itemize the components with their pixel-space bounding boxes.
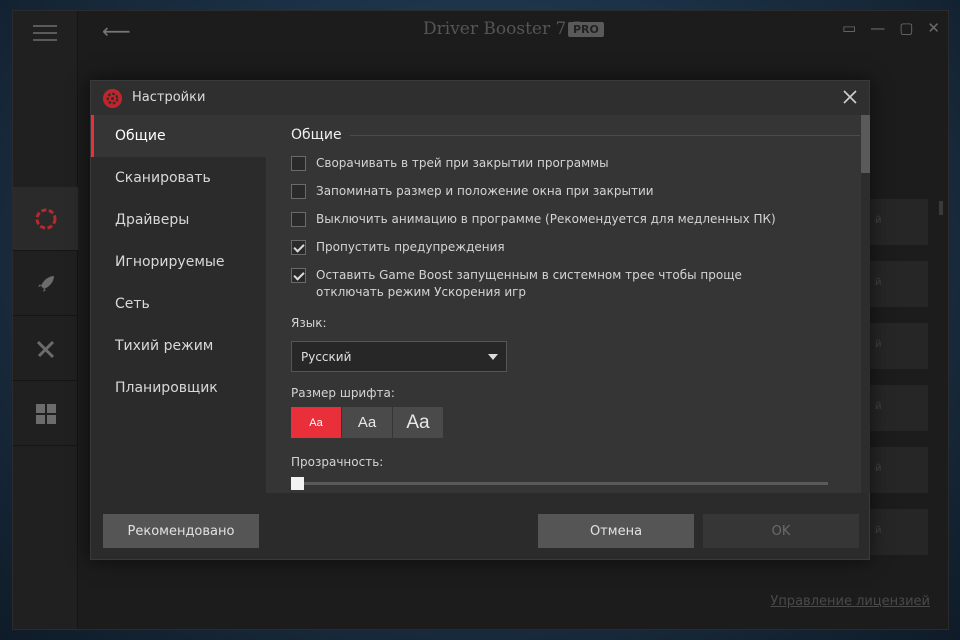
nav-item-scan[interactable]: Сканировать xyxy=(91,157,266,199)
language-select[interactable]: Русский xyxy=(291,341,507,372)
cancel-button[interactable]: Отмена xyxy=(538,514,694,548)
transparency-label: Прозрачность: xyxy=(291,455,384,469)
hamburger-menu-icon[interactable] xyxy=(33,25,57,41)
back-arrow-icon[interactable]: ⟵ xyxy=(102,19,131,43)
settings-dialog: Настройки Общие Сканировать Драйверы Игн… xyxy=(90,80,870,560)
option-remember-window[interactable]: Запоминать размер и положение окна при з… xyxy=(291,183,786,200)
checkbox[interactable] xyxy=(291,156,306,171)
maximize-icon[interactable]: ▢ xyxy=(899,19,913,37)
option-label: Оставить Game Boost запущенным в системн… xyxy=(316,268,742,299)
caret-down-icon xyxy=(488,354,498,360)
feedback-icon[interactable]: ▭ xyxy=(842,19,856,37)
option-minimize-to-tray[interactable]: Сворачивать в трей при закрытии программ… xyxy=(291,155,786,172)
dialog-title: Настройки xyxy=(132,90,206,105)
font-size-small-button[interactable]: Aa xyxy=(291,407,341,438)
nav-item-network[interactable]: Сеть xyxy=(91,283,266,325)
app-header: ⟵ Driver Booster 7.5 PRO ▭ — ▢ ✕ xyxy=(78,11,948,51)
bg-driver-card: й xyxy=(868,199,928,245)
section-divider xyxy=(349,134,860,136)
language-label: Язык: xyxy=(291,316,327,330)
minimize-icon[interactable]: — xyxy=(870,19,885,37)
license-management-link[interactable]: Управление лицензией xyxy=(770,594,930,609)
section-header: Общие xyxy=(291,125,860,145)
checkbox[interactable] xyxy=(291,240,306,255)
scrollbar-thumb[interactable] xyxy=(861,115,870,173)
bg-scrollbar[interactable] xyxy=(939,201,943,215)
settings-nav: Общие Сканировать Драйверы Игнорируемые … xyxy=(91,115,266,493)
rocket-nav-icon[interactable] xyxy=(13,252,78,316)
nav-item-scheduler[interactable]: Планировщик xyxy=(91,367,266,409)
bg-driver-card: й xyxy=(868,509,928,555)
pro-badge: PRO xyxy=(568,22,604,37)
scan-nav-icon[interactable] xyxy=(13,187,78,251)
ok-button[interactable]: OK xyxy=(703,514,859,548)
section-title: Общие xyxy=(291,127,342,143)
content-scrollbar[interactable] xyxy=(861,115,870,493)
option-label: Сворачивать в трей при закрытии программ… xyxy=(316,156,609,170)
dialog-footer: Рекомендовано Отмена OK xyxy=(91,493,869,559)
option-game-boost-tray[interactable]: Оставить Game Boost запущенным в системн… xyxy=(291,267,786,301)
bg-driver-card: й xyxy=(868,261,928,307)
option-label: Запоминать размер и положение окна при з… xyxy=(316,184,654,198)
option-skip-warnings[interactable]: Пропустить предупреждения xyxy=(291,239,786,256)
checkbox[interactable] xyxy=(291,184,306,199)
apps-grid-nav-icon[interactable] xyxy=(13,382,78,446)
font-size-medium-button[interactable]: Aa xyxy=(342,407,392,438)
transparency-slider-thumb[interactable] xyxy=(291,477,304,490)
close-window-icon[interactable]: ✕ xyxy=(927,19,940,37)
nav-item-ignored[interactable]: Игнорируемые xyxy=(91,241,266,283)
bg-driver-card: й xyxy=(868,323,928,369)
font-size-large-button[interactable]: Aa xyxy=(393,407,443,438)
app-title: Driver Booster 7.5 xyxy=(423,19,583,39)
nav-item-general[interactable]: Общие xyxy=(91,115,266,157)
checkbox[interactable] xyxy=(291,268,306,283)
window-controls: ▭ — ▢ ✕ xyxy=(842,19,940,37)
recommended-button[interactable]: Рекомендовано xyxy=(103,514,259,548)
nav-item-silent-mode[interactable]: Тихий режим xyxy=(91,325,266,367)
bg-driver-card: й xyxy=(868,385,928,431)
tools-nav-icon[interactable] xyxy=(13,317,78,381)
font-size-label: Размер шрифта: xyxy=(291,386,395,400)
checkbox[interactable] xyxy=(291,212,306,227)
nav-item-drivers[interactable]: Драйверы xyxy=(91,199,266,241)
option-label: Выключить анимацию в программе (Рекоменд… xyxy=(316,212,776,226)
dialog-titlebar: Настройки xyxy=(91,81,869,115)
bg-driver-card: й xyxy=(868,447,928,493)
font-size-buttons: Aa Aa Aa xyxy=(291,407,443,438)
transparency-slider-track[interactable] xyxy=(296,482,828,485)
driver-booster-logo-icon xyxy=(102,88,123,109)
app-sidebar xyxy=(13,11,78,629)
settings-content: Общие Сворачивать в трей при закрытии пр… xyxy=(266,115,870,493)
option-label: Пропустить предупреждения xyxy=(316,240,505,254)
language-value: Русский xyxy=(301,350,352,364)
option-disable-animation[interactable]: Выключить анимацию в программе (Рекоменд… xyxy=(291,211,786,228)
close-icon[interactable] xyxy=(841,88,859,106)
